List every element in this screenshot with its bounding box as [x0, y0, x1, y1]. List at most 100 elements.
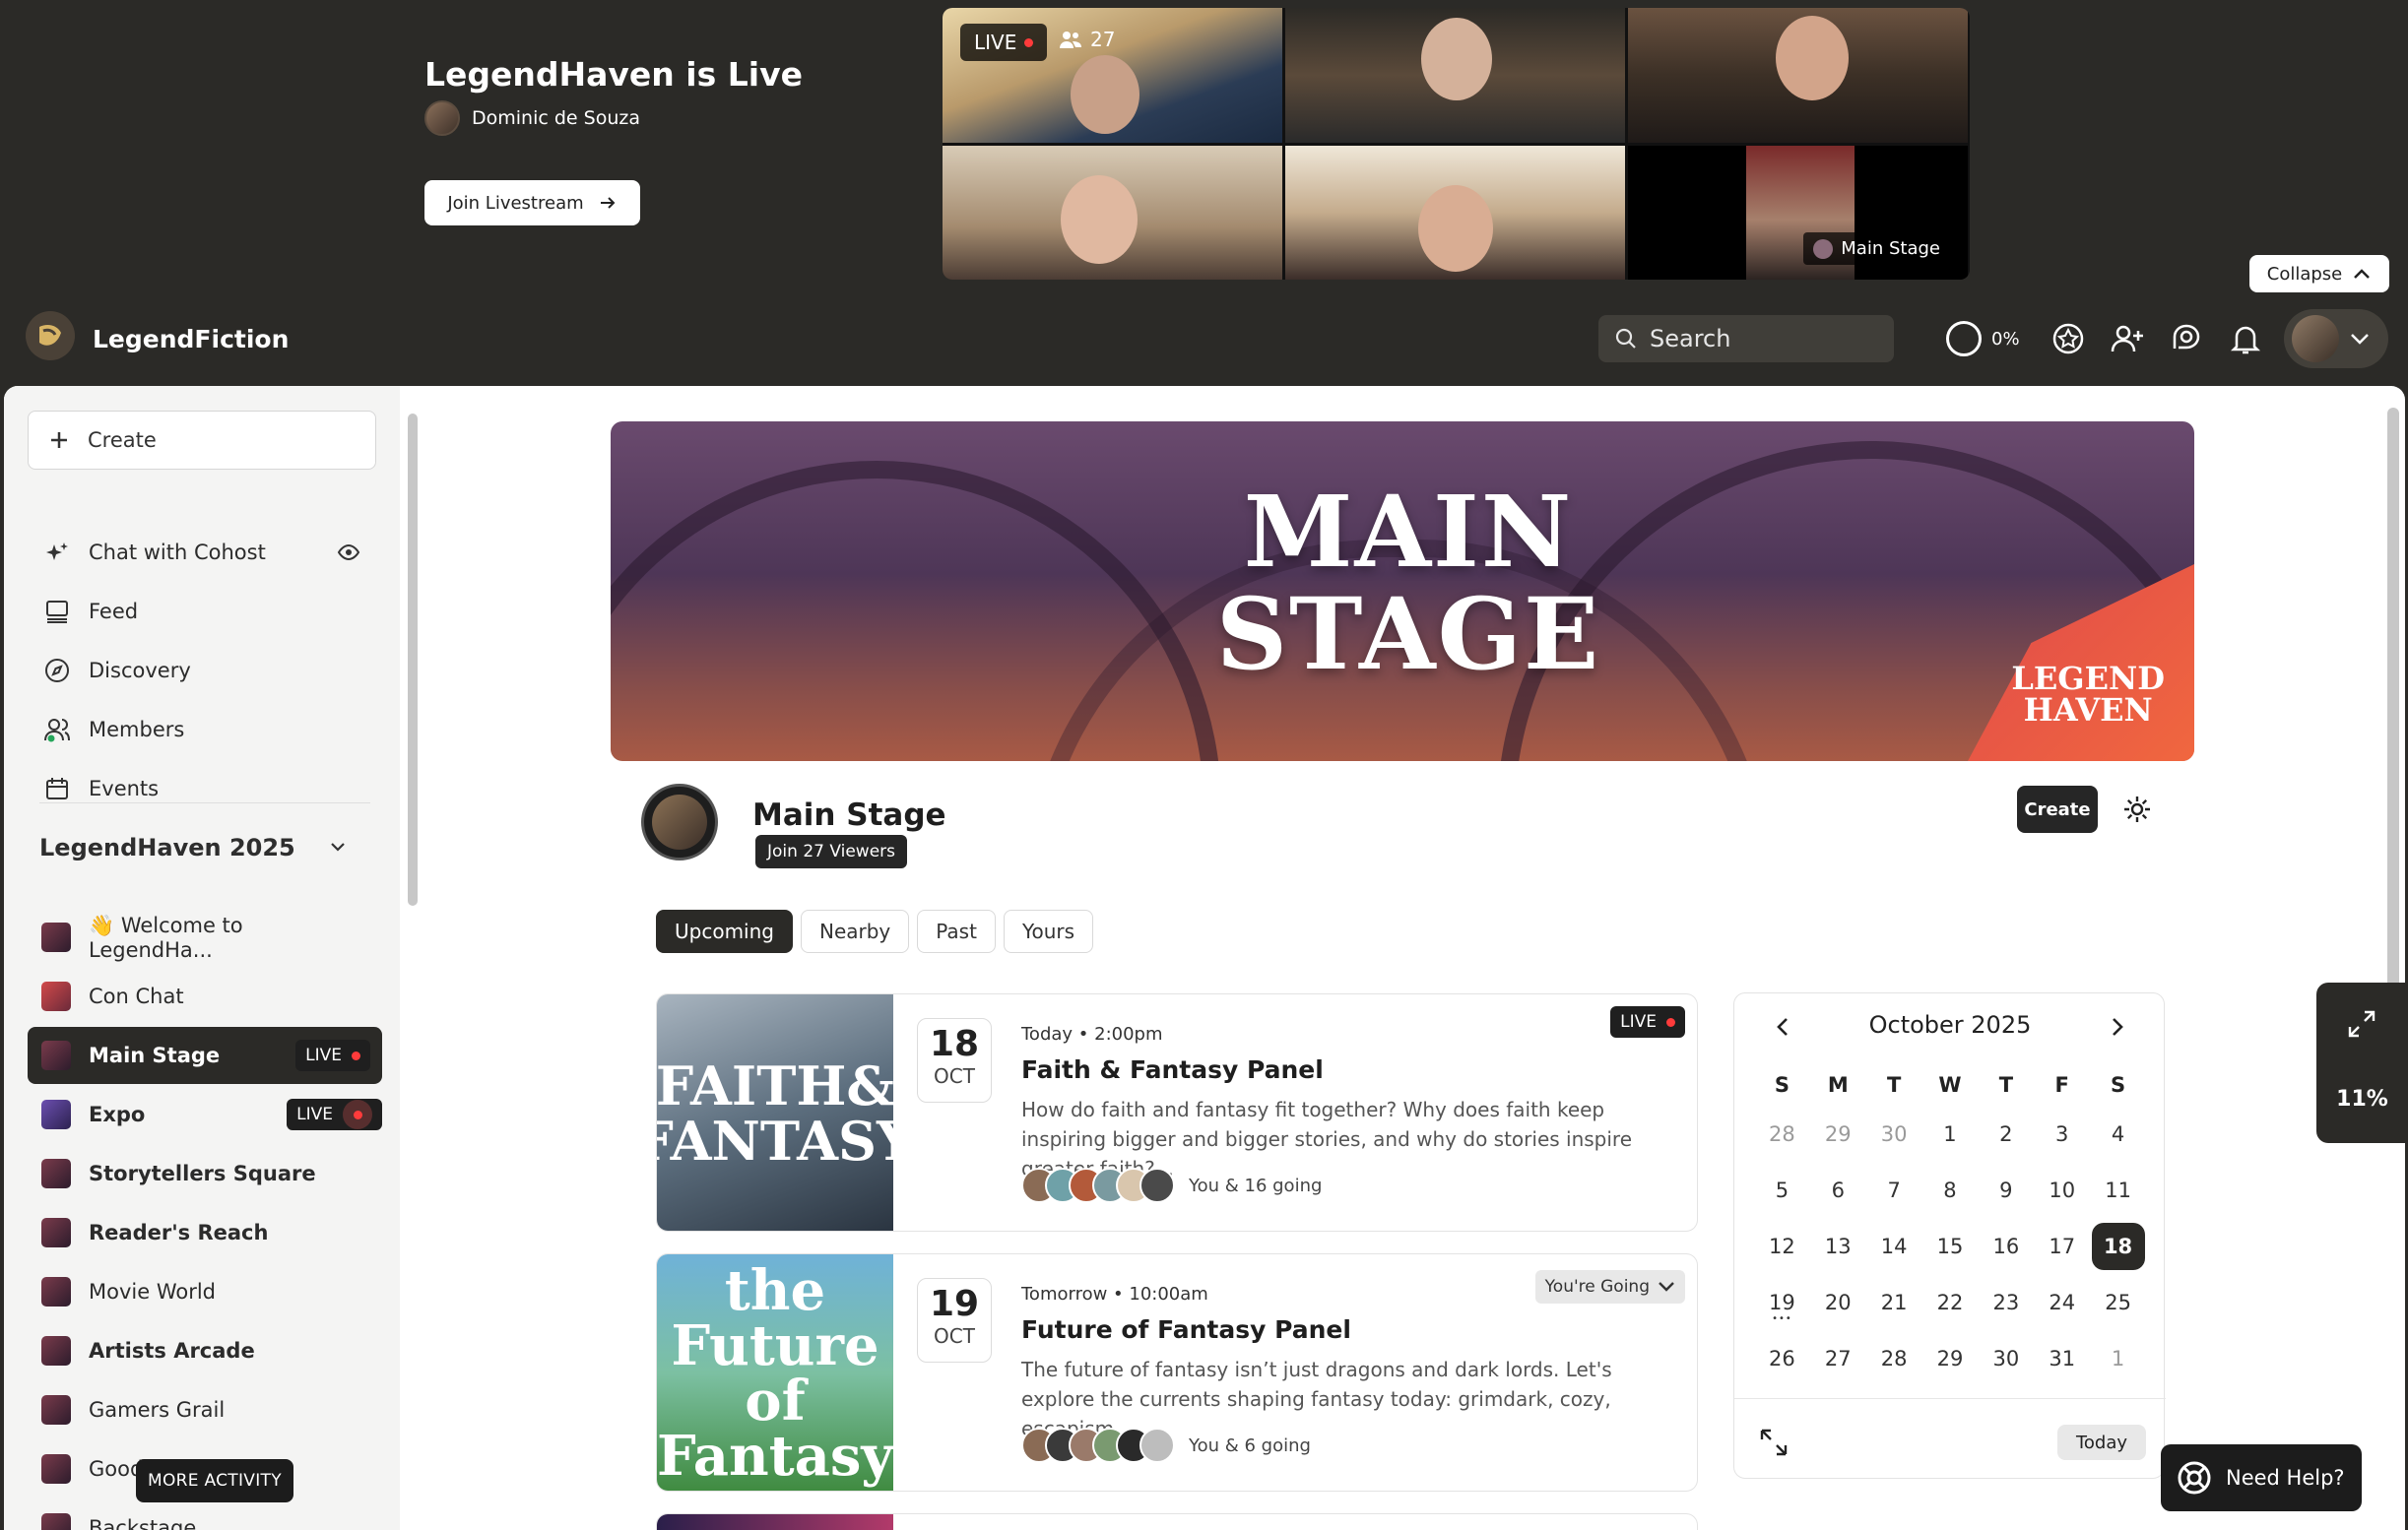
event-title[interactable]: Future of Fantasy Panel [1021, 1315, 1351, 1344]
channel-backstage[interactable]: Backstage [28, 1499, 382, 1530]
lifebuoy-icon [2178, 1461, 2211, 1495]
chat-icon[interactable] [2169, 321, 2204, 356]
brand-name[interactable]: LegendFiction [93, 325, 289, 353]
search-input[interactable]: Search [1598, 315, 1894, 362]
event-card[interactable]: the Future of Fantasy 19 OCT Tomorrow • 1… [656, 1253, 1698, 1492]
calendar-day[interactable]: 20 [1810, 1274, 1866, 1330]
join-viewers-button[interactable]: Join 27 Viewers [755, 835, 907, 868]
channel-expo[interactable]: Expo LIVE [28, 1086, 382, 1143]
bell-icon[interactable] [2228, 321, 2263, 356]
event-title[interactable]: Faith & Fantasy Panel [1021, 1055, 1324, 1084]
create-event-button[interactable]: Create [2017, 786, 2098, 833]
feed-icon [46, 601, 68, 623]
tab-yours[interactable]: Yours [1003, 910, 1094, 953]
calendar-day[interactable]: 3 [2034, 1106, 2090, 1162]
chevron-down-icon[interactable] [325, 834, 351, 860]
collapse-label: Collapse [2266, 263, 2343, 285]
calendar-day[interactable]: 1 [1922, 1106, 1979, 1162]
rsvp-dropdown[interactable]: You're Going [1534, 1270, 1685, 1304]
calendar-day[interactable]: 23 [1978, 1274, 2034, 1330]
calendar-day[interactable]: 25 [2090, 1274, 2146, 1330]
collapse-button[interactable]: Collapse [2249, 255, 2389, 292]
sidebar-item-chat-with-cohost[interactable]: Chat with Cohost [28, 524, 376, 581]
channel-con-chat[interactable]: Con Chat [28, 968, 382, 1025]
add-user-icon[interactable] [2110, 321, 2145, 356]
channel-movie-world[interactable]: Movie World [28, 1263, 382, 1320]
brand-logo[interactable] [26, 311, 75, 360]
sidebar-item-members[interactable]: Members [28, 701, 376, 758]
main-stage-label: Main Stage [1803, 232, 1950, 265]
join-livestream-button[interactable]: Join Livestream [424, 180, 640, 225]
sidebar-item-feed[interactable]: Feed [28, 583, 376, 640]
calendar-day[interactable]: 29 [1922, 1330, 1979, 1386]
channel-main-stage[interactable]: Main Stage LIVE [28, 1027, 382, 1084]
sidebar-item-discovery[interactable]: Discovery [28, 642, 376, 699]
activity-widget[interactable]: 11% [2316, 983, 2408, 1143]
calendar-day[interactable]: 16 [1978, 1218, 2034, 1274]
profile-menu[interactable] [2284, 309, 2388, 368]
progress-ring-icon [1946, 321, 1982, 356]
event-image [657, 1514, 893, 1530]
sidebar-create-button[interactable]: Create [28, 411, 376, 470]
calendar-day[interactable]: 22 [1922, 1274, 1979, 1330]
calendar-day[interactable]: 31 [2034, 1330, 2090, 1386]
calendar-day[interactable]: 15 [1922, 1218, 1979, 1274]
calendar-day[interactable]: 18 [2090, 1218, 2146, 1274]
chevron-right-icon[interactable] [2105, 1015, 2128, 1039]
plus-icon [51, 432, 67, 448]
calendar-day[interactable]: 26 [1754, 1330, 1810, 1386]
community-section-title[interactable]: LegendHaven 2025 [39, 834, 295, 861]
today-button[interactable]: Today [2057, 1425, 2146, 1460]
event-card[interactable] [656, 1513, 1698, 1530]
calendar-day[interactable]: 28 [1754, 1106, 1810, 1162]
hero-banner: MAIN STAGE LEGEND HAVEN [611, 421, 2194, 761]
star-badge-icon[interactable] [2050, 321, 2086, 356]
calendar-day[interactable]: 5 [1754, 1162, 1810, 1218]
channel-gamers-grail[interactable]: Gamers Grail [28, 1381, 382, 1438]
channel-readers-reach[interactable]: Reader's Reach [28, 1204, 382, 1261]
calendar-day[interactable]: 6 [1810, 1162, 1866, 1218]
livestream-video-grid[interactable]: LIVE 27 Main Stage [943, 8, 1970, 280]
tab-upcoming[interactable]: Upcoming [656, 910, 793, 953]
calendar-day[interactable]: 8 [1922, 1162, 1979, 1218]
calendar-day[interactable]: 28 [1866, 1330, 1922, 1386]
expand-icon[interactable] [2346, 1008, 2377, 1040]
event-tabs: Upcoming Nearby Past Yours [656, 910, 1094, 953]
calendar-day[interactable]: 1 [2090, 1330, 2146, 1386]
calendar-day[interactable]: 29 [1810, 1106, 1866, 1162]
stage-avatar [641, 784, 718, 861]
tab-past[interactable]: Past [917, 910, 996, 953]
calendar-day[interactable]: 21 [1866, 1274, 1922, 1330]
channel-storytellers-square[interactable]: Storytellers Square [28, 1145, 382, 1202]
progress-indicator[interactable]: 0% [1946, 321, 2020, 356]
expand-icon[interactable] [1758, 1427, 1790, 1458]
channel-artists-arcade[interactable]: Artists Arcade [28, 1322, 382, 1379]
calendar-day[interactable]: 12 [1754, 1218, 1810, 1274]
sidebar-scrollbar[interactable] [408, 414, 418, 906]
calendar-day[interactable]: 9 [1978, 1162, 2034, 1218]
main-scrollbar[interactable] [2387, 408, 2399, 998]
need-help-button[interactable]: Need Help? [2161, 1444, 2362, 1511]
calendar-day[interactable]: 19 [1754, 1274, 1810, 1330]
calendar-day[interactable]: 7 [1866, 1162, 1922, 1218]
eye-icon[interactable] [337, 541, 360, 564]
gear-icon[interactable] [2121, 794, 2153, 825]
calendar-day[interactable]: 2 [1978, 1106, 2034, 1162]
calendar-day[interactable]: 17 [2034, 1218, 2090, 1274]
calendar-day[interactable]: 30 [1978, 1330, 2034, 1386]
calendar-day[interactable]: 30 [1866, 1106, 1922, 1162]
event-card[interactable]: FAITH& FANTASY 18 OCT Today • 2:00pm Fait… [656, 993, 1698, 1232]
calendar-day[interactable]: 24 [2034, 1274, 2090, 1330]
sidebar-item-events[interactable]: Events [28, 760, 376, 817]
channel-welcome[interactable]: 👋 Welcome to LegendHa... [28, 909, 382, 966]
calendar-day[interactable]: 4 [2090, 1106, 2146, 1162]
calendar-day[interactable]: 10 [2034, 1162, 2090, 1218]
search-icon [1615, 328, 1636, 349]
tab-nearby[interactable]: Nearby [800, 910, 910, 953]
calendar-day[interactable]: 11 [2090, 1162, 2146, 1218]
calendar-day[interactable]: 14 [1866, 1218, 1922, 1274]
sidebar-divider [39, 802, 370, 803]
calendar-day[interactable]: 13 [1810, 1218, 1866, 1274]
more-activity-button[interactable]: MORE ACTIVITY [136, 1459, 293, 1502]
calendar-day[interactable]: 27 [1810, 1330, 1866, 1386]
